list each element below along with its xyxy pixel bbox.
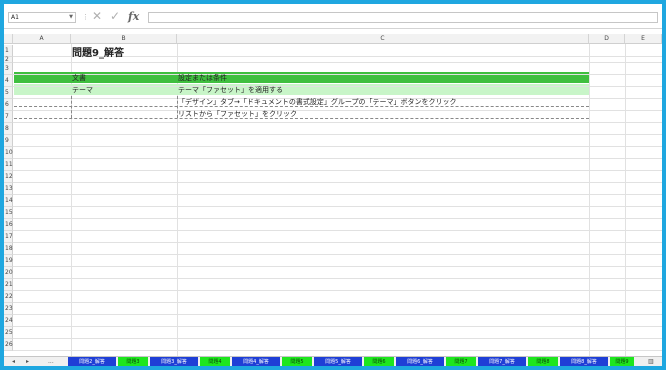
name-box-value: A1 (11, 14, 19, 21)
sheet-tab[interactable]: 問題9 (610, 357, 634, 366)
row-header[interactable]: 17 (4, 231, 13, 243)
row-gridline (13, 338, 662, 339)
row-header[interactable]: 24 (4, 315, 13, 327)
table-cell-c5[interactable]: 「デザイン」タブ→「ドキュメントの書式設定」グループの「テーマ」ボタンをクリック (176, 98, 456, 106)
row-header[interactable]: 14 (4, 195, 13, 207)
row-gridline (13, 314, 662, 315)
sheet-tab[interactable]: 問題7_解答 (478, 357, 526, 366)
function-icon[interactable]: fx (128, 10, 139, 23)
column-header-a[interactable]: A (13, 34, 71, 44)
sheet-tab-overflow[interactable]: ▥ (648, 357, 654, 366)
row-gridline (13, 350, 662, 351)
row-header[interactable]: 5 (4, 87, 13, 99)
row-gridline (13, 110, 662, 111)
name-box[interactable]: A1 ▼ (8, 12, 76, 23)
column-gridline (625, 44, 626, 356)
tab-scroll-right-icon[interactable]: ▸ (26, 357, 29, 366)
row-header[interactable]: 20 (4, 267, 13, 279)
tab-scroll-left-icon[interactable]: ◂ (12, 357, 15, 366)
table-border (14, 118, 589, 119)
row-gridline (13, 170, 662, 171)
row-gridline (13, 230, 662, 231)
sheet-tab[interactable]: 問題4 (200, 357, 230, 366)
row-gridline (13, 278, 662, 279)
sheet-tab[interactable]: 問題3 (118, 357, 148, 366)
row-header[interactable]: 8 (4, 123, 13, 135)
row-gridline (13, 290, 662, 291)
row-header[interactable]: 9 (4, 135, 13, 147)
column-gridline (589, 44, 590, 356)
formula-input[interactable] (148, 12, 658, 23)
row-header[interactable]: 11 (4, 159, 13, 171)
row-gridline (13, 242, 662, 243)
column-header-c[interactable]: C (177, 34, 589, 44)
row-gridline (13, 218, 662, 219)
row-header[interactable]: 26 (4, 339, 13, 351)
sheet-tab[interactable]: 問題6_解答 (396, 357, 444, 366)
row-gridline (13, 146, 662, 147)
row-gridline (13, 254, 662, 255)
row-header[interactable]: 12 (4, 171, 13, 183)
sheet-tab-bar: ◂ ▸ ... 問題2_解答 問題3 問題3_解答 問題4 問題4_解答 問題5 問題5_解… (4, 356, 662, 366)
sheet-tab[interactable]: 問題6 (364, 357, 394, 366)
table-header-condition[interactable]: 設定または条件 (176, 74, 227, 82)
row-header[interactable]: 15 (4, 207, 13, 219)
sheet-tab[interactable]: 問題3_解答 (150, 357, 198, 366)
sheet-tab[interactable]: 問題5 (282, 357, 312, 366)
table-cell-b4[interactable]: テーマ (70, 86, 93, 94)
column-header-b[interactable]: B (71, 34, 177, 44)
row-header[interactable]: 23 (4, 303, 13, 315)
row-gridline (13, 266, 662, 267)
sheet-tab[interactable]: 問題4_解答 (232, 357, 280, 366)
sheet-tab[interactable]: 問題2_解答 (68, 357, 116, 366)
close-icon[interactable]: ✕ (92, 10, 102, 22)
sheet-title-cell[interactable]: 問題9_解答 (70, 48, 124, 60)
formula-bar: A1 ▼ ⋮ ✕ ✓ fx (4, 4, 662, 29)
row-header[interactable]: 21 (4, 279, 13, 291)
row-gridline (13, 86, 662, 87)
select-all-corner[interactable] (4, 34, 13, 44)
row-header[interactable]: 16 (4, 219, 13, 231)
row-header[interactable]: 18 (4, 243, 13, 255)
sheet-tab[interactable]: 問題8_解答 (560, 357, 608, 366)
check-icon[interactable]: ✓ (110, 10, 120, 22)
row-gridline (13, 134, 662, 135)
row-gridline (13, 326, 662, 327)
table-cell-c4[interactable]: テーマ「ファセット」を適用する (176, 86, 283, 94)
sheet-tab[interactable]: 問題7 (446, 357, 476, 366)
table-border (71, 96, 72, 118)
row-header[interactable]: 25 (4, 327, 13, 339)
row-gridline (13, 158, 662, 159)
excel-window: A1 ▼ ⋮ ✕ ✓ fx A B C D E 問題9_解答 文書 設定または条… (4, 4, 662, 366)
column-header-d[interactable]: D (589, 34, 625, 44)
row-header[interactable]: 22 (4, 291, 13, 303)
sheet-tab[interactable]: 問題8 (528, 357, 558, 366)
formula-bar-separator: ⋮ (82, 13, 89, 21)
row-gridline (13, 74, 662, 75)
spreadsheet-grid[interactable]: A B C D E 問題9_解答 文書 設定または条件 テーマ テーマ「ファセッ… (4, 34, 662, 356)
column-header-e[interactable]: E (625, 34, 662, 44)
row-header[interactable]: 3 (4, 63, 13, 75)
sheet-tab[interactable]: 問題5_解答 (314, 357, 362, 366)
row-gridline (13, 122, 662, 123)
chevron-down-icon[interactable]: ▼ (69, 13, 73, 22)
table-header-document[interactable]: 文書 (70, 74, 86, 82)
table-cell-c6[interactable]: リストから「ファセット」をクリック (176, 110, 297, 118)
more-tabs-icon[interactable]: ... (48, 357, 54, 366)
row-header[interactable]: 13 (4, 183, 13, 195)
row-gridline (13, 62, 662, 63)
row-header[interactable]: 4 (4, 75, 13, 87)
row-header[interactable]: 19 (4, 255, 13, 267)
row-header[interactable]: 10 (4, 147, 13, 159)
row-gridline (13, 194, 662, 195)
row-gridline (13, 302, 662, 303)
table-border (14, 106, 589, 107)
row-gridline (13, 182, 662, 183)
row-header[interactable]: 7 (4, 111, 13, 123)
row-gridline (13, 206, 662, 207)
row-header[interactable]: 6 (4, 99, 13, 111)
